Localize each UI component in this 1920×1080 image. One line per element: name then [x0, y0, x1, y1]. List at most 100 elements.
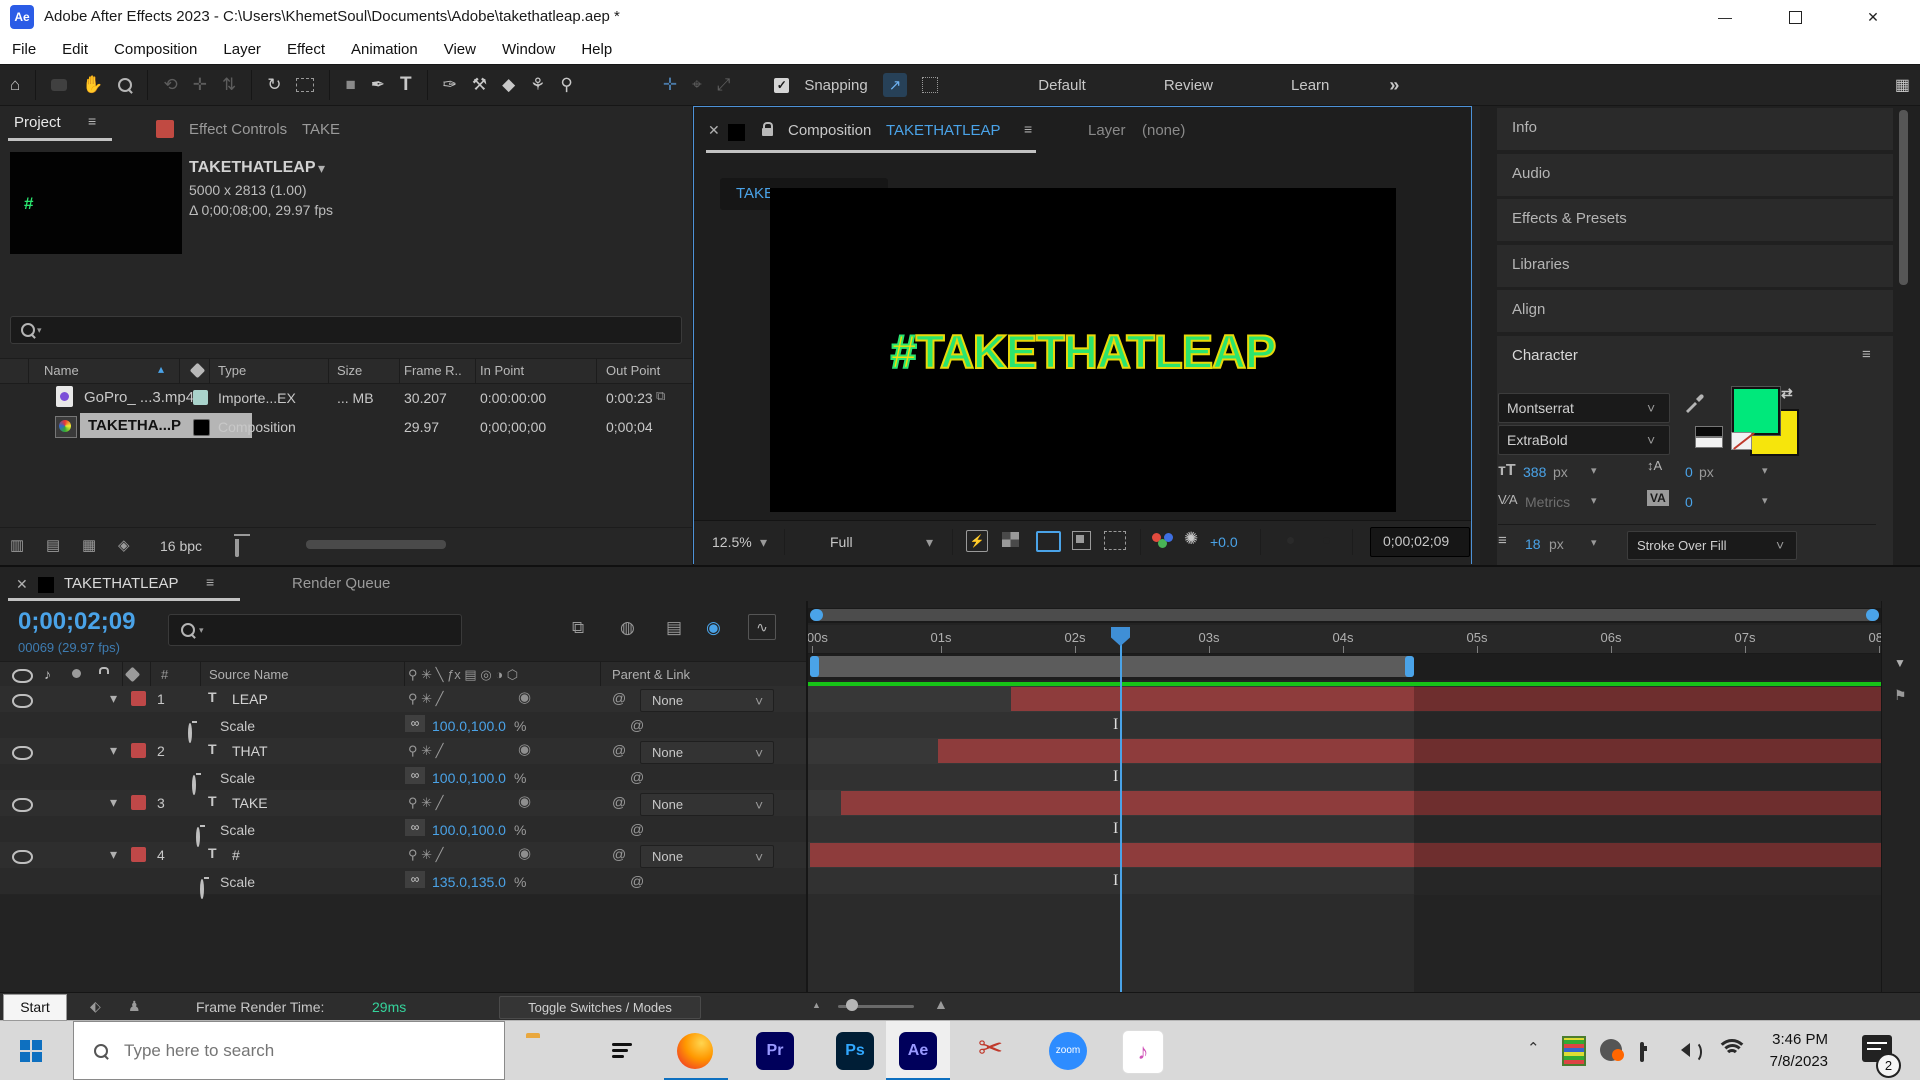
- scale-value[interactable]: 100.0,100.0: [432, 770, 506, 786]
- pickwhip-icon[interactable]: @: [612, 846, 626, 862]
- hand-tool[interactable]: ✋: [82, 75, 103, 95]
- expand-chevron-icon[interactable]: ▾: [110, 690, 117, 707]
- layer-visibility-toggle[interactable]: [12, 850, 33, 864]
- table-row[interactable]: GoPro_ ...3.mp4 Importe...EX ... MB 30.2…: [0, 383, 692, 412]
- comp-tab-close-icon[interactable]: ✕: [708, 122, 720, 139]
- work-area-end-handle[interactable]: [1405, 656, 1414, 677]
- timeline-tab-name[interactable]: TAKETHATLEAP: [64, 575, 178, 592]
- label-column-icon[interactable]: [125, 667, 141, 683]
- constrain-link-icon[interactable]: ∞: [405, 767, 425, 784]
- table-row[interactable]: TAKETHA...P Composition 29.97 0;00;00;00…: [0, 412, 692, 441]
- layer-bar-leap[interactable]: [1011, 687, 1881, 711]
- col-frame-rate[interactable]: Frame R..: [404, 363, 462, 378]
- comp-marker-dropdown-icon[interactable]: ▼: [1894, 656, 1906, 670]
- snipping-tool-icon[interactable]: ✂: [978, 1031, 1003, 1066]
- workspace-overflow-icon[interactable]: »: [1389, 75, 1399, 96]
- interpret-footage-icon[interactable]: ▥: [10, 536, 24, 554]
- zoom-level-dropdown[interactable]: 12.5%: [712, 534, 752, 550]
- dropdown-icon[interactable]: ▾: [1591, 464, 1597, 477]
- item-name-dropdown-icon[interactable]: ▾: [318, 160, 325, 177]
- tray-chevron-icon[interactable]: ⌃: [1527, 1039, 1540, 1057]
- snap-bounds-icon[interactable]: [922, 77, 938, 93]
- layer-switches[interactable]: ⚲ ✳ ╱: [408, 743, 443, 759]
- motion-blur-icon[interactable]: ◉: [706, 618, 721, 638]
- parent-link-column[interactable]: Parent & Link: [612, 667, 690, 682]
- premiere-icon[interactable]: Pr: [756, 1032, 794, 1070]
- kerning-value[interactable]: Metrics: [1525, 494, 1570, 510]
- eraser-tool[interactable]: ◆: [502, 75, 515, 95]
- scrollbar-left-cap[interactable]: [810, 609, 823, 621]
- layer-name[interactable]: LEAP: [232, 691, 268, 707]
- tray-app-icon[interactable]: [1562, 1036, 1586, 1066]
- graph-editor-icon[interactable]: ∿: [748, 614, 776, 640]
- scrollbar-right-cap[interactable]: [1866, 609, 1879, 621]
- playhead-line[interactable]: [1120, 641, 1122, 992]
- font-style-select[interactable]: ExtraBold˅: [1498, 425, 1670, 455]
- sidebar-item-info[interactable]: Info: [1497, 108, 1893, 150]
- zoom-tool[interactable]: [118, 78, 132, 92]
- dropdown-icon[interactable]: ▾: [1591, 494, 1597, 507]
- local-axis-icon[interactable]: ✛: [663, 75, 677, 95]
- constrain-link-icon[interactable]: ∞: [405, 715, 425, 732]
- sidebar-item-align[interactable]: Align: [1497, 290, 1893, 332]
- pickwhip-icon[interactable]: @: [630, 717, 644, 733]
- timeline-tab-close-icon[interactable]: ✕: [16, 576, 28, 593]
- photoshop-icon[interactable]: Ps: [836, 1032, 874, 1070]
- delete-icon[interactable]: [235, 539, 239, 557]
- comp-menu-icon[interactable]: ≡: [1024, 121, 1032, 137]
- layer-switches[interactable]: ⚲ ✳ ╱: [408, 691, 443, 707]
- puppet-pin-tool[interactable]: ⚲: [560, 75, 572, 95]
- menu-layer[interactable]: Layer: [223, 41, 261, 58]
- property-label[interactable]: Scale: [220, 718, 255, 734]
- expand-chevron-icon[interactable]: ▾: [110, 794, 117, 811]
- layer-tab-label[interactable]: Layer: [1088, 122, 1126, 139]
- clock-date[interactable]: 7/8/2023: [1752, 1053, 1828, 1070]
- col-type[interactable]: Type: [218, 363, 246, 378]
- dropdown-icon[interactable]: ▾: [1591, 536, 1597, 549]
- col-name[interactable]: Name: [44, 363, 79, 378]
- layer-visibility-toggle[interactable]: [12, 746, 33, 760]
- tab-render-queue[interactable]: Render Queue: [292, 575, 390, 592]
- timeline-timecode[interactable]: 0;00;02;09: [18, 608, 135, 636]
- project-search-input[interactable]: ▾: [10, 316, 682, 344]
- menu-help[interactable]: Help: [581, 41, 612, 58]
- zoom-dropdown-icon[interactable]: ▾: [760, 534, 767, 551]
- menu-window[interactable]: Window: [502, 41, 555, 58]
- resolution-dropdown-icon[interactable]: ▾: [926, 534, 933, 551]
- project-item-name[interactable]: TAKETHATLEAP: [189, 159, 316, 177]
- pickwhip-icon[interactable]: @: [612, 794, 626, 810]
- menu-view[interactable]: View: [444, 41, 476, 58]
- comp-canvas[interactable]: #TAKETHATLEAP: [770, 188, 1396, 512]
- workspace-panel-icon[interactable]: ▦: [1895, 75, 1910, 95]
- expand-chevron-icon[interactable]: ▾: [110, 846, 117, 863]
- bit-depth-button[interactable]: 16 bpc: [160, 538, 202, 554]
- pan-camera-tool[interactable]: ✛: [193, 75, 207, 95]
- zoom-slider-knob[interactable]: [846, 999, 858, 1011]
- stroke-mode-select[interactable]: Stroke Over Fill˅: [1627, 531, 1797, 560]
- new-composition-icon[interactable]: ▦: [82, 536, 96, 554]
- parent-dropdown[interactable]: None˅: [640, 845, 774, 868]
- resolution-dropdown[interactable]: Full: [830, 534, 853, 550]
- menu-effect[interactable]: Effect: [287, 41, 325, 58]
- rotation-tool[interactable]: ↻: [267, 75, 281, 95]
- start-button[interactable]: [20, 1040, 42, 1062]
- frame-blending-icon[interactable]: ▤: [666, 618, 682, 638]
- zoom-out-icon[interactable]: ▲: [812, 1000, 821, 1010]
- layer-visibility-toggle[interactable]: [12, 798, 33, 812]
- character-menu-icon[interactable]: ≡: [1862, 346, 1871, 363]
- layer-bar-hash[interactable]: [810, 843, 1881, 867]
- eyedropper-icon[interactable]: [1683, 392, 1705, 414]
- type-tool[interactable]: T: [400, 74, 412, 96]
- layer-color-chip[interactable]: [131, 743, 146, 758]
- label-column-icon[interactable]: [190, 363, 206, 379]
- video-column-icon[interactable]: [12, 669, 33, 683]
- pickwhip-icon[interactable]: @: [630, 873, 644, 889]
- constrain-link-icon[interactable]: ∞: [405, 819, 425, 836]
- pen-tool[interactable]: ✒: [371, 75, 385, 95]
- toggle-switches-button[interactable]: Toggle Switches / Modes: [499, 996, 701, 1019]
- menu-edit[interactable]: Edit: [62, 41, 88, 58]
- menu-file[interactable]: File: [12, 41, 36, 58]
- transparency-grid-icon[interactable]: [1002, 532, 1019, 547]
- orbit-camera-tool[interactable]: ⟲: [163, 75, 177, 95]
- restore-button[interactable]: [1762, 0, 1828, 34]
